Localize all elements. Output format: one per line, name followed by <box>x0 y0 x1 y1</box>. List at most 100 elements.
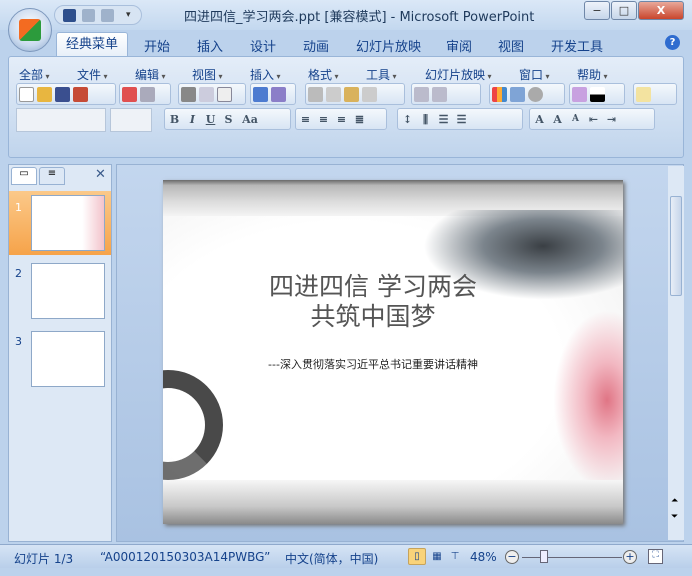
customize-qat-icon[interactable]: ▾ <box>126 10 131 20</box>
tab-slideshow[interactable]: 幻灯片放映 <box>356 36 421 55</box>
new-icon[interactable] <box>19 86 34 102</box>
change-case-button[interactable]: Aa <box>239 112 261 127</box>
attach-icon[interactable] <box>140 86 155 102</box>
align-left-icon[interactable]: ≡ <box>298 112 313 127</box>
save-icon[interactable] <box>55 86 70 102</box>
redo-icon[interactable] <box>101 8 114 22</box>
chart-icon[interactable] <box>492 86 507 102</box>
zoom-slider[interactable] <box>522 557 622 558</box>
menu-edit[interactable]: 编辑 <box>135 66 166 83</box>
menu-tools[interactable]: 工具 <box>366 66 397 83</box>
slide-thumbnail-1[interactable] <box>31 195 105 251</box>
cut-icon[interactable] <box>308 86 323 102</box>
slide-sorter-button[interactable]: ▦ <box>428 548 446 565</box>
font-name-combo[interactable] <box>16 108 106 132</box>
stop-icon[interactable] <box>122 86 137 102</box>
print-icon[interactable] <box>181 86 196 102</box>
undo-icon[interactable] <box>414 86 429 102</box>
fit-to-window-button[interactable]: ⛶ <box>648 549 663 564</box>
title-line: 四进四信 学习两会 <box>269 272 477 301</box>
outline-tab[interactable]: ≡ <box>39 167 65 185</box>
underline-button[interactable]: U <box>203 112 218 127</box>
tab-home[interactable]: 开始 <box>144 36 170 55</box>
redo-icon[interactable] <box>432 86 447 102</box>
numbering-icon[interactable]: ☰ <box>436 112 451 127</box>
normal-view-button[interactable]: ▯ <box>408 548 426 565</box>
hyperlink-icon[interactable] <box>528 86 543 102</box>
align-center-icon[interactable]: ≡ <box>316 112 331 127</box>
slide-subtitle[interactable]: ---深入贯彻落实习近平总书记重要讲话精神 <box>163 356 583 372</box>
menu-format[interactable]: 格式 <box>308 66 339 83</box>
slides-tab[interactable]: ▭ <box>11 167 37 185</box>
minimize-button[interactable]: − <box>584 1 610 20</box>
open-icon[interactable] <box>37 86 52 102</box>
maximize-button[interactable]: □ <box>611 1 637 20</box>
shrink-font-button[interactable]: A <box>568 112 583 127</box>
font-size-combo[interactable] <box>110 108 152 132</box>
previous-slide-icon[interactable]: ⏶ <box>671 496 678 506</box>
slide-thumbnail-2[interactable] <box>31 263 105 319</box>
close-pane-icon[interactable]: ✕ <box>95 167 106 182</box>
vertical-scrollbar[interactable]: ⏶ ⏷ <box>668 166 684 540</box>
print-preview-icon[interactable] <box>199 86 214 102</box>
tab-animation[interactable]: 动画 <box>303 36 329 55</box>
zoom-level[interactable]: 48% <box>470 550 497 564</box>
menu-view[interactable]: 视图 <box>192 66 223 83</box>
shadow-button[interactable]: S <box>221 112 236 127</box>
slides-pane: ▭ ≡ ✕ 1 2 3 <box>8 164 112 542</box>
save-icon[interactable] <box>63 8 76 22</box>
bullets-icon[interactable]: ☰ <box>454 112 469 127</box>
font-color-button[interactable]: A <box>532 112 547 127</box>
slide-title[interactable]: 四进四信 学习两会 共筑中国梦 <box>163 272 583 332</box>
undo-icon[interactable] <box>82 8 95 22</box>
fill-color-icon[interactable] <box>590 86 605 102</box>
classic-menu-ribbon: 全部 文件 编辑 视图 插入 格式 工具 幻灯片放映 窗口 帮助 <box>8 56 684 158</box>
research-icon[interactable] <box>271 86 286 102</box>
help-icon[interactable]: ? <box>665 35 680 50</box>
permission-icon[interactable] <box>73 86 88 102</box>
menu-window[interactable]: 窗口 <box>519 66 550 83</box>
menu-slideshow[interactable]: 幻灯片放映 <box>425 66 492 83</box>
menu-file[interactable]: 文件 <box>77 66 108 83</box>
tab-view[interactable]: 视图 <box>498 36 524 55</box>
increase-indent-icon[interactable]: ⇥ <box>604 112 619 127</box>
text-direction-icon[interactable]: ⫼ <box>418 112 433 127</box>
zoom-slider-thumb[interactable] <box>540 550 548 563</box>
line-spacing-icon[interactable]: ↕ <box>400 112 415 127</box>
decrease-indent-icon[interactable]: ⇤ <box>586 112 601 127</box>
window-title: 四进四信_学习两会.ppt [兼容模式] - Microsoft PowerPo… <box>184 10 535 25</box>
spelling-icon[interactable] <box>253 86 268 102</box>
quick-access-toolbar: ▾ <box>54 5 142 25</box>
language-indicator[interactable]: 中文(简体，中国) <box>285 550 378 567</box>
tab-classic-menu[interactable]: 经典菜单 <box>56 32 128 58</box>
italic-button[interactable]: I <box>185 112 200 127</box>
menu-help[interactable]: 帮助 <box>577 66 608 83</box>
menu-all[interactable]: 全部 <box>19 66 50 83</box>
grow-font-button[interactable]: A <box>550 112 565 127</box>
zoom-in-button[interactable]: + <box>623 550 637 564</box>
format-painter-icon[interactable] <box>362 86 377 102</box>
paste-icon[interactable] <box>344 86 359 102</box>
menu-insert[interactable]: 插入 <box>250 66 281 83</box>
tab-design[interactable]: 设计 <box>250 36 276 55</box>
shapes-icon[interactable] <box>572 86 587 102</box>
new-slide-icon[interactable] <box>636 86 651 102</box>
copy-icon[interactable] <box>326 86 341 102</box>
slide-number: 1 <box>15 201 22 214</box>
frame-icon[interactable] <box>217 86 232 102</box>
align-right-icon[interactable]: ≡ <box>334 112 349 127</box>
tab-insert[interactable]: 插入 <box>197 36 223 55</box>
slideshow-button[interactable]: ⊤ <box>446 548 464 565</box>
tab-developer[interactable]: 开发工具 <box>551 36 603 55</box>
table-icon[interactable] <box>510 86 525 102</box>
slide-thumbnail-3[interactable] <box>31 331 105 387</box>
bold-button[interactable]: B <box>167 112 182 127</box>
scroll-thumb[interactable] <box>670 196 682 296</box>
office-button[interactable] <box>8 8 52 52</box>
justify-icon[interactable]: ≣ <box>352 112 367 127</box>
close-button[interactable]: X <box>638 1 684 20</box>
next-slide-icon[interactable]: ⏷ <box>671 512 678 522</box>
tab-review[interactable]: 审阅 <box>446 36 472 55</box>
slide-canvas[interactable]: 四进四信 学习两会 共筑中国梦 ---深入贯彻落实习近平总书记重要讲话精神 <box>163 180 623 524</box>
zoom-out-button[interactable]: − <box>505 550 519 564</box>
